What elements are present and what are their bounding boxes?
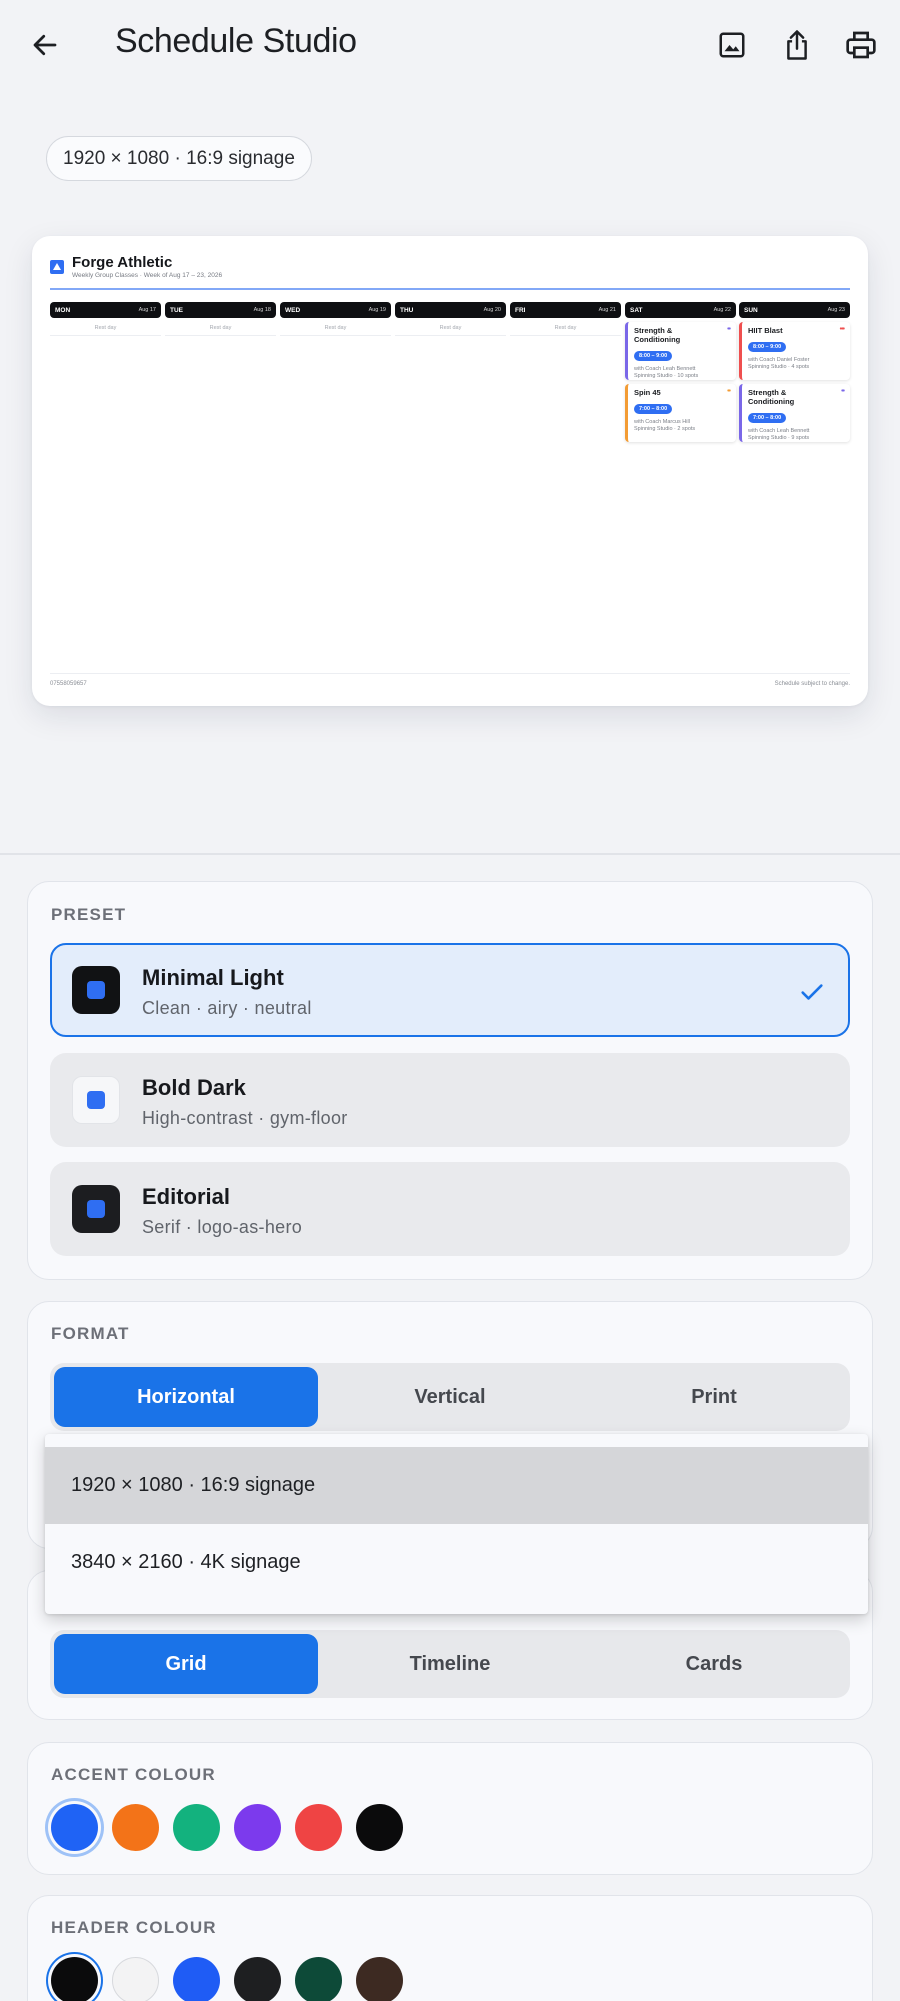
check-icon xyxy=(801,984,823,1000)
format-label: FORMAT xyxy=(51,1324,130,1343)
layout-timeline-button[interactable]: Timeline xyxy=(318,1634,582,1694)
accent-swatch-black[interactable] xyxy=(356,1804,403,1851)
rest-day-label: Rest day xyxy=(50,322,161,336)
day-header: MON Aug 17 xyxy=(50,302,161,318)
top-app-bar: Schedule Studio xyxy=(0,0,900,90)
preset-swatch xyxy=(72,1076,120,1124)
page-title: Schedule Studio xyxy=(115,22,357,60)
day-header: SAT Aug 22 xyxy=(625,302,736,318)
back-arrow-icon xyxy=(33,34,57,56)
preview-day-thu: THU Aug 20 Rest day xyxy=(395,302,506,336)
accent-colour-section: ACCENT COLOUR xyxy=(27,1742,873,1875)
preview-day-sun: SUN Aug 23 HIIT Blast 8:00 – 9:00 with Co… xyxy=(739,302,850,442)
preset-description: Clean · airy · neutral xyxy=(142,998,312,1018)
preset-description: Serif · logo-as-hero xyxy=(142,1217,303,1237)
print-icon xyxy=(846,31,876,59)
layout-grid-button[interactable]: Grid xyxy=(54,1634,318,1694)
preset-name: Bold Dark xyxy=(142,1075,246,1100)
accent-swatch-green[interactable] xyxy=(173,1804,220,1851)
size-dropdown-menu: 1920 × 1080 · 16:9 signage 3840 × 2160 ·… xyxy=(45,1434,868,1614)
header-swatch-charcoal[interactable] xyxy=(234,1957,281,2001)
rest-day-label: Rest day xyxy=(280,322,391,336)
preset-description: High-contrast · gym-floor xyxy=(142,1108,348,1128)
layout-cards-button[interactable]: Cards xyxy=(582,1634,846,1694)
class-card: Strength & Conditioning 7:00 – 8:00 with… xyxy=(739,384,850,442)
share-icon xyxy=(787,30,807,60)
accent-swatch-purple[interactable] xyxy=(234,1804,281,1851)
preview-day-tue: TUE Aug 18 Rest day xyxy=(165,302,276,336)
preview-day-sat: SAT Aug 22 Strength & Conditioning 8:00 –… xyxy=(625,302,736,442)
preset-minimal-light[interactable]: Minimal Light Clean · airy · neutral xyxy=(50,943,850,1037)
preset-swatch xyxy=(72,1185,120,1233)
preview-footer-rule xyxy=(50,673,850,674)
preview-footer-note: Schedule subject to change. xyxy=(774,681,850,687)
back-button[interactable] xyxy=(21,21,69,69)
header-colour-label: HEADER COLOUR xyxy=(51,1918,217,1937)
sheet-divider xyxy=(0,853,900,855)
header-swatch-black[interactable] xyxy=(51,1957,98,2001)
format-vertical-button[interactable]: Vertical xyxy=(318,1367,582,1427)
size-option-1080p[interactable]: 1920 × 1080 · 16:9 signage xyxy=(45,1447,868,1524)
class-card: Spin 45 7:00 – 8:00 with Coach Marcus Hi… xyxy=(625,384,736,442)
preset-editorial[interactable]: Editorial Serif · logo-as-hero xyxy=(50,1162,850,1256)
header-swatch-forest[interactable] xyxy=(295,1957,342,2001)
day-header: TUE Aug 18 xyxy=(165,302,276,318)
preview-brand-name: Forge Athletic xyxy=(72,254,173,271)
preset-swatch xyxy=(72,966,120,1014)
class-card: HIIT Blast 8:00 – 9:00 with Coach Daniel… xyxy=(739,322,850,380)
image-icon xyxy=(719,32,745,58)
day-header: SUN Aug 23 xyxy=(739,302,850,318)
print-button[interactable] xyxy=(837,21,885,69)
share-button[interactable] xyxy=(773,21,821,69)
preset-name: Minimal Light xyxy=(142,965,284,990)
brand-logo-icon xyxy=(50,260,64,274)
rest-day-label: Rest day xyxy=(165,322,276,336)
accent-swatch-orange[interactable] xyxy=(112,1804,159,1851)
preview-subtitle: Weekly Group Classes · Week of Aug 17 – … xyxy=(72,272,223,279)
preset-name: Editorial xyxy=(142,1184,231,1209)
day-header: THU Aug 20 xyxy=(395,302,506,318)
day-header: FRI Aug 21 xyxy=(510,302,621,318)
intensity-dots: ••• xyxy=(839,326,845,333)
class-card: Strength & Conditioning 8:00 – 9:00 with… xyxy=(625,322,736,380)
rest-day-label: Rest day xyxy=(510,322,621,336)
accent-swatch-blue[interactable] xyxy=(51,1804,98,1851)
format-segmented-control: Horizontal Vertical Print xyxy=(50,1363,850,1431)
preview-footer-phone: 07558059657 xyxy=(50,681,87,687)
preview-header-rule xyxy=(50,288,850,290)
preview-day-fri: FRI Aug 21 Rest day xyxy=(510,302,621,336)
format-horizontal-button[interactable]: Horizontal xyxy=(54,1367,318,1427)
preset-section: PRESET Minimal Light Clean · airy · neut… xyxy=(27,881,873,1280)
preset-label: PRESET xyxy=(51,905,127,924)
preview-week-grid: MON Aug 17 Rest day TUE Aug 18 Rest day WE… xyxy=(50,302,850,542)
header-swatch-white[interactable] xyxy=(112,1957,159,2001)
rest-day-label: Rest day xyxy=(395,322,506,336)
intensity-dots: •• xyxy=(727,326,731,333)
output-size-chip[interactable]: 1920 × 1080 · 16:9 signage xyxy=(46,136,312,181)
preview-day-mon: MON Aug 17 Rest day xyxy=(50,302,161,336)
export-image-button[interactable] xyxy=(708,21,756,69)
accent-colour-label: ACCENT COLOUR xyxy=(51,1765,216,1784)
header-colour-section: HEADER COLOUR xyxy=(27,1895,873,2001)
format-print-button[interactable]: Print xyxy=(582,1367,846,1427)
day-header: WED Aug 19 xyxy=(280,302,391,318)
accent-swatch-red[interactable] xyxy=(295,1804,342,1851)
preview-day-wed: WED Aug 19 Rest day xyxy=(280,302,391,336)
preset-bold-dark[interactable]: Bold Dark High-contrast · gym-floor xyxy=(50,1053,850,1147)
intensity-dots: •• xyxy=(727,388,731,395)
schedule-preview: Forge Athletic Weekly Group Classes · We… xyxy=(32,236,868,706)
size-option-4k[interactable]: 3840 × 2160 · 4K signage xyxy=(45,1524,868,1601)
layout-segmented-control: Grid Timeline Cards xyxy=(50,1630,850,1698)
header-swatch-brown[interactable] xyxy=(356,1957,403,2001)
header-swatch-blue[interactable] xyxy=(173,1957,220,2001)
intensity-dots: •• xyxy=(841,388,845,395)
